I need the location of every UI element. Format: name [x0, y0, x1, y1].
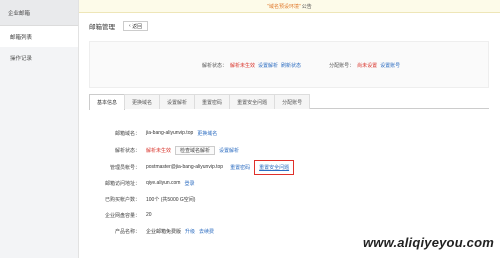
- accounts-value: 100个 (共5000 G空间): [146, 196, 196, 203]
- parse-value: 解析未生效: [146, 147, 172, 154]
- upgrade-link[interactable]: 升级: [185, 228, 195, 235]
- login-url: qiye.aliyun.com: [146, 180, 181, 186]
- admin-label: 管理员帐号：: [109, 164, 140, 171]
- login-label: 邮箱访问地址：: [104, 180, 140, 187]
- parse-label: 解析状态：: [114, 147, 140, 154]
- domain-row: 邮箱域名： jia-bang-aliyunvip.top 更换域名: [89, 127, 217, 139]
- sidebar-title: 企业邮箱: [0, 0, 78, 26]
- product-label: 产品名称：: [114, 228, 140, 235]
- back-button[interactable]: ‹ 返回: [123, 21, 149, 31]
- domain-label: 邮箱域名：: [114, 130, 140, 137]
- product-row: 产品名称： 企业邮箱免费版 升级 去续费: [89, 225, 214, 237]
- parse-status-value: 解析未生效: [230, 63, 256, 69]
- tab-reset-security[interactable]: 重置安全问题: [229, 94, 276, 109]
- highlight-box: 重置安全问题: [254, 159, 295, 175]
- tab-basic-info[interactable]: 基本信息: [89, 94, 126, 110]
- parse-row: 解析状态： 解析未生效 检查域名解析 设置解析: [89, 144, 239, 156]
- capacity-value: 20: [146, 212, 152, 218]
- assign-account-value: 尚未设置: [357, 63, 378, 69]
- reset-security-link[interactable]: 重置安全问题: [259, 165, 289, 171]
- notice-bar: "域名预设环境" 公告: [79, 0, 500, 13]
- tab-change-domain[interactable]: 更换域名: [124, 94, 161, 109]
- back-label: 返回: [132, 23, 143, 30]
- renew-link[interactable]: 去续费: [199, 228, 214, 235]
- admin-row: 管理员帐号： postmaster@jia-bang-aliyunvip.top…: [89, 159, 295, 175]
- page-title: 邮箱管理: [89, 24, 115, 31]
- admin-value: postmaster@jia-bang-aliyunvip.top: [146, 164, 224, 170]
- watermark: www.aliqiyeyou.com: [363, 235, 494, 250]
- accounts-label: 已购买帐户数：: [104, 196, 140, 203]
- capacity-row: 企业网盘容量： 20: [89, 209, 152, 221]
- tab-set-parse[interactable]: 设置解析: [159, 94, 196, 109]
- accounts-row: 已购买帐户数： 100个 (共5000 G空间): [89, 193, 195, 205]
- sidebar-item-label: 邮箱列表: [10, 34, 33, 41]
- change-domain-link[interactable]: 更换域名: [197, 130, 217, 137]
- reset-password-link[interactable]: 重置密码: [230, 164, 250, 171]
- sidebar-item-label: 操作记录: [10, 55, 33, 62]
- tab-assign-account[interactable]: 分配账号: [274, 94, 311, 109]
- set-account-link[interactable]: 设置账号: [380, 62, 400, 69]
- set-parse-link[interactable]: 设置解析: [258, 62, 278, 69]
- status-panel: 解析状态： 解析未生效 设置解析 刷新状态 分配账号： 尚未设置 设置账号: [89, 41, 489, 88]
- status-line: 解析状态： 解析未生效 设置解析 刷新状态 分配账号： 尚未设置 设置账号: [202, 62, 400, 69]
- capacity-label: 企业网盘容量：: [104, 212, 140, 219]
- tab-reset-password[interactable]: 重置密码: [194, 94, 231, 109]
- product-value: 企业邮箱免费版: [146, 228, 182, 235]
- check-parse-button[interactable]: 检查域名解析: [175, 145, 216, 155]
- refresh-status-link[interactable]: 刷新状态: [281, 62, 301, 69]
- parse-status-label: 解析状态：: [202, 63, 228, 69]
- set-parse-link[interactable]: 设置解析: [219, 147, 239, 154]
- sidebar: 企业邮箱 邮箱列表 操作记录: [0, 0, 79, 258]
- sidebar-item-mailbox-list[interactable]: 邮箱列表: [0, 26, 78, 47]
- assign-account-label: 分配账号：: [329, 63, 355, 69]
- domain-value: jia-bang-aliyunvip.top: [146, 130, 194, 136]
- page-header: 邮箱管理 ‹ 返回: [79, 13, 500, 39]
- login-row: 邮箱访问地址： qiye.aliyun.com 登录: [89, 177, 195, 189]
- tab-bar: 基本信息 更换域名 设置解析 重置密码 重置安全问题 分配账号: [89, 94, 489, 110]
- sidebar-item-operation-log[interactable]: 操作记录: [0, 47, 78, 68]
- login-link[interactable]: 登录: [184, 180, 194, 187]
- notice-suffix: 公告: [301, 3, 312, 10]
- notice-link[interactable]: "域名预设环境": [267, 3, 301, 10]
